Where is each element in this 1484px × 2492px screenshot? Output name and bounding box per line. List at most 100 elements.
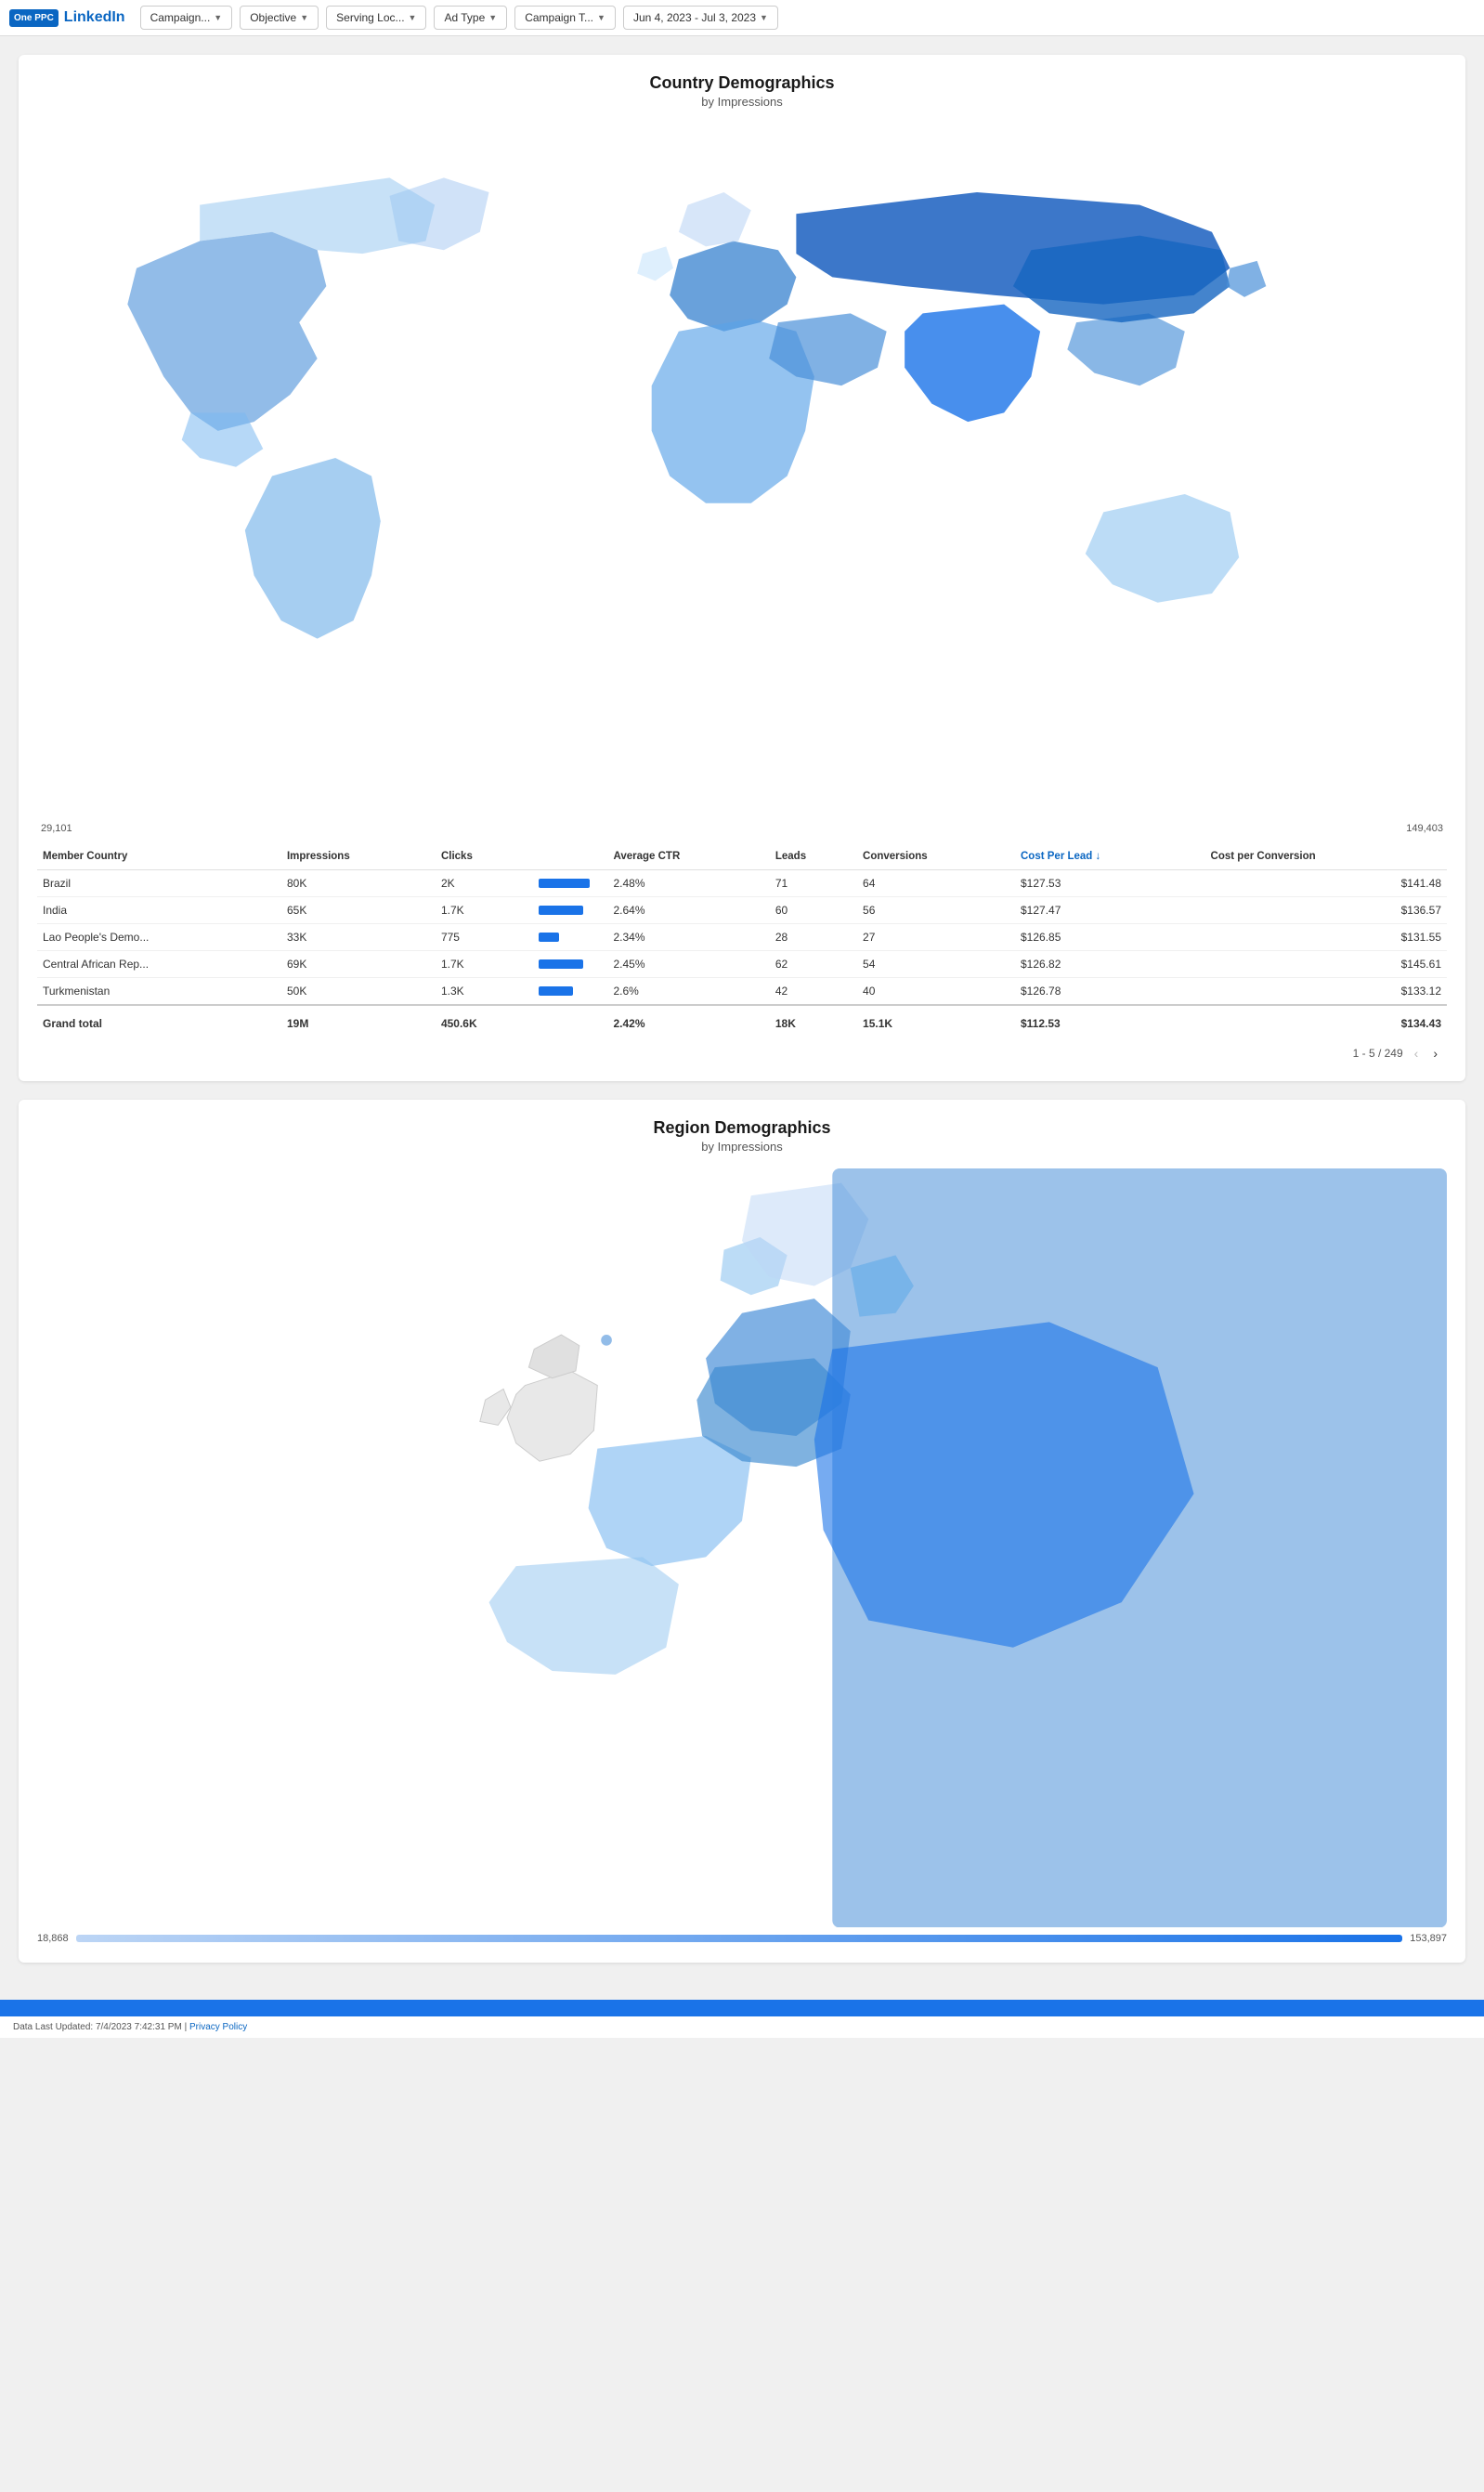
cell-country: Lao People's Demo... xyxy=(37,923,281,950)
cell-clicks: 1.3K xyxy=(436,977,534,1005)
chevron-down-icon: ▼ xyxy=(760,13,768,22)
footer-bar xyxy=(0,2000,1484,2016)
campaign-filter-label: Campaign... xyxy=(150,11,211,24)
cell-country: Central African Rep... xyxy=(37,950,281,977)
cell-country: Brazil xyxy=(37,869,281,896)
cell-impressions: 80K xyxy=(281,869,436,896)
cell-conversions: 40 xyxy=(857,977,1015,1005)
region-demographics-card: Region Demographics by Impressions xyxy=(19,1100,1465,1963)
grand-total-ctr: 2.42% xyxy=(607,1005,769,1037)
cell-leads: 42 xyxy=(770,977,857,1005)
table-header-row: Member Country Impressions Clicks Averag… xyxy=(37,843,1447,870)
date-filter[interactable]: Jun 4, 2023 - Jul 3, 2023 ▼ xyxy=(623,6,778,30)
col-clicks: Clicks xyxy=(436,843,608,870)
grand-total-leads: 18K xyxy=(770,1005,857,1037)
cell-ctr: 2.64% xyxy=(607,896,769,923)
cell-ctr: 2.34% xyxy=(607,923,769,950)
cell-cpc: $145.61 xyxy=(1205,950,1447,977)
chevron-down-icon: ▼ xyxy=(300,13,308,22)
last-updated-text: Data Last Updated: 7/4/2023 7:42:31 PM xyxy=(13,2022,182,2032)
header: One PPC LinkedIn Campaign... ▼ Objective… xyxy=(0,0,1484,36)
col-avg-ctr: Average CTR xyxy=(607,843,769,870)
linkedin-logo: LinkedIn xyxy=(64,9,125,26)
world-map xyxy=(37,124,1447,815)
privacy-policy-link[interactable]: Privacy Policy xyxy=(189,2022,247,2032)
cell-conversions: 54 xyxy=(857,950,1015,977)
main-content: Country Demographics by Impressions xyxy=(0,36,1484,2000)
range-bar-container: 18,868 153,897 xyxy=(37,1933,1447,1944)
campaign-t-filter-label: Campaign T... xyxy=(525,11,593,24)
ad-type-filter-label: Ad Type xyxy=(444,11,485,24)
cell-cpl: $126.82 xyxy=(1015,950,1205,977)
ad-type-filter[interactable]: Ad Type ▼ xyxy=(434,6,507,30)
grand-total-impressions: 19M xyxy=(281,1005,436,1037)
cell-clicks: 1.7K xyxy=(436,896,534,923)
serving-loc-filter[interactable]: Serving Loc... ▼ xyxy=(326,6,426,30)
col-cpc: Cost per Conversion xyxy=(1205,843,1447,870)
campaign-t-filter[interactable]: Campaign T... ▼ xyxy=(514,6,616,30)
table-row: Lao People's Demo... 33K 775 2.34% 28 27… xyxy=(37,923,1447,950)
cell-cpl: $127.47 xyxy=(1015,896,1205,923)
one-ppc-logo: One PPC xyxy=(9,9,59,27)
map-range-min: 29,101 xyxy=(41,823,72,834)
range-min-label: 18,868 xyxy=(37,1933,69,1944)
cell-bar xyxy=(533,950,607,977)
pagination-label: 1 - 5 / 249 xyxy=(1353,1047,1403,1060)
grand-total-label: Grand total xyxy=(37,1005,281,1037)
cell-cpl: $127.53 xyxy=(1015,869,1205,896)
objective-filter[interactable]: Objective ▼ xyxy=(240,6,319,30)
cell-cpl: $126.78 xyxy=(1015,977,1205,1005)
map-range: 29,101 149,403 xyxy=(37,823,1447,834)
cell-impressions: 69K xyxy=(281,950,436,977)
campaign-filter[interactable]: Campaign... ▼ xyxy=(140,6,233,30)
chevron-down-icon: ▼ xyxy=(214,13,222,22)
grand-total-cpl: $112.53 xyxy=(1015,1005,1205,1037)
table-row: Brazil 80K 2K 2.48% 71 64 $127.53 $141.4… xyxy=(37,869,1447,896)
pagination: 1 - 5 / 249 ‹ › xyxy=(37,1037,1447,1063)
country-demographics-card: Country Demographics by Impressions xyxy=(19,55,1465,1081)
world-map-svg xyxy=(37,124,1447,811)
region-section-subtitle: by Impressions xyxy=(37,1140,1447,1154)
objective-filter-label: Objective xyxy=(250,11,296,24)
table-row: Central African Rep... 69K 1.7K 2.45% 62… xyxy=(37,950,1447,977)
cell-bar xyxy=(533,977,607,1005)
range-max-label: 153,897 xyxy=(1410,1933,1447,1944)
cell-impressions: 50K xyxy=(281,977,436,1005)
region-section-title: Region Demographics xyxy=(37,1118,1447,1138)
country-section-title: Country Demographics xyxy=(37,73,1447,93)
grand-total-clicks: 450.6K xyxy=(436,1005,534,1037)
cell-conversions: 64 xyxy=(857,869,1015,896)
serving-loc-filter-label: Serving Loc... xyxy=(336,11,404,24)
cell-impressions: 65K xyxy=(281,896,436,923)
date-filter-label: Jun 4, 2023 - Jul 3, 2023 xyxy=(633,11,756,24)
cell-ctr: 2.45% xyxy=(607,950,769,977)
cell-country: Turkmenistan xyxy=(37,977,281,1005)
cell-conversions: 56 xyxy=(857,896,1015,923)
table-row: Turkmenistan 50K 1.3K 2.6% 42 40 $126.78… xyxy=(37,977,1447,1005)
cell-bar xyxy=(533,869,607,896)
cell-cpc: $141.48 xyxy=(1205,869,1447,896)
cell-leads: 62 xyxy=(770,950,857,977)
cell-bar xyxy=(533,923,607,950)
cell-cpl: $126.85 xyxy=(1015,923,1205,950)
map-range-max: 149,403 xyxy=(1406,823,1443,834)
col-cpl[interactable]: Cost Per Lead ↓ xyxy=(1015,843,1205,870)
cell-leads: 60 xyxy=(770,896,857,923)
cell-ctr: 2.48% xyxy=(607,869,769,896)
cell-impressions: 33K xyxy=(281,923,436,950)
prev-page-button[interactable]: ‹ xyxy=(1411,1044,1423,1063)
cell-clicks: 1.7K xyxy=(436,950,534,977)
col-leads: Leads xyxy=(770,843,857,870)
cell-conversions: 27 xyxy=(857,923,1015,950)
table-row: India 65K 1.7K 2.64% 60 56 $127.47 $136.… xyxy=(37,896,1447,923)
grand-total-bar xyxy=(533,1005,607,1037)
footer-text: Data Last Updated: 7/4/2023 7:42:31 PM |… xyxy=(0,2016,1484,2038)
cell-clicks: 2K xyxy=(436,869,534,896)
cell-cpc: $133.12 xyxy=(1205,977,1447,1005)
grand-total-cpc: $134.43 xyxy=(1205,1005,1447,1037)
region-map-svg xyxy=(37,1168,1447,1927)
cell-ctr: 2.6% xyxy=(607,977,769,1005)
next-page-button[interactable]: › xyxy=(1429,1044,1441,1063)
country-data-table: Member Country Impressions Clicks Averag… xyxy=(37,843,1447,1037)
region-map-container xyxy=(37,1168,1447,1927)
